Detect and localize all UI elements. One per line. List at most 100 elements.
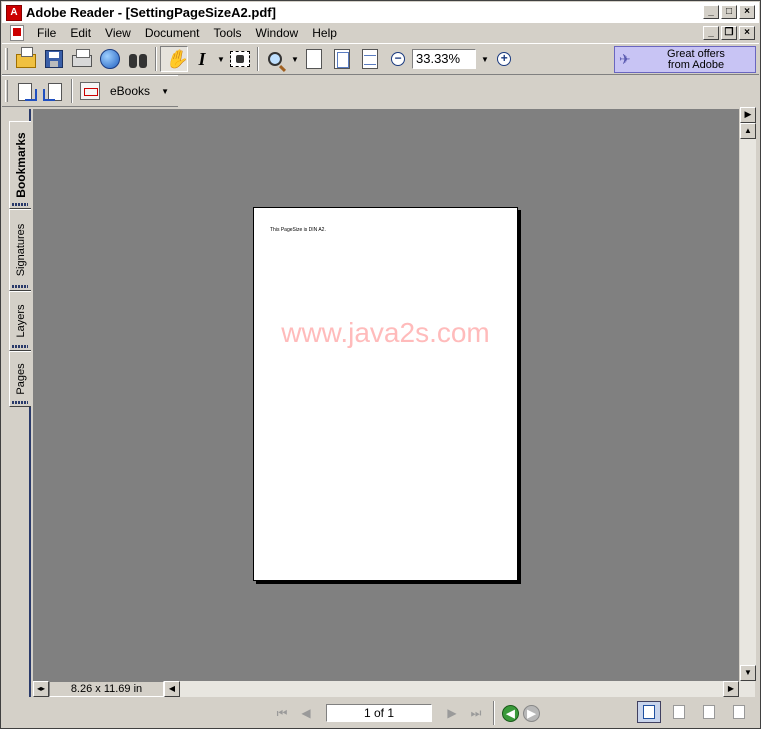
app-window: A Adobe Reader - [SettingPageSizeA2.pdf]… bbox=[0, 0, 761, 729]
continuous-icon bbox=[673, 705, 685, 719]
page-icon bbox=[306, 49, 322, 69]
tab-bookmarks-label: Bookmarks bbox=[13, 132, 28, 198]
single-page-icon bbox=[643, 705, 655, 719]
doc-minimize-button[interactable]: _ bbox=[703, 26, 719, 40]
single-page-button[interactable] bbox=[637, 701, 661, 723]
menu-bar: File Edit View Document Tools Window Hel… bbox=[2, 23, 759, 43]
nav-separator bbox=[493, 701, 495, 725]
zoom-out-button[interactable]: − bbox=[384, 46, 412, 72]
scroll-up-button[interactable]: ▲ bbox=[740, 123, 756, 139]
window-controls: _ □ × bbox=[703, 5, 755, 19]
doc-close-button[interactable]: × bbox=[739, 26, 755, 40]
tab-signatures-label: Signatures bbox=[14, 223, 27, 277]
document-window-controls: _ ❐ × bbox=[703, 26, 755, 40]
ebooks-dropdown[interactable]: ▼ bbox=[160, 87, 170, 96]
plus-circle-icon: + bbox=[497, 52, 511, 66]
menu-file[interactable]: File bbox=[30, 26, 63, 40]
tab-marker bbox=[12, 285, 28, 288]
tab-layers[interactable]: Layers bbox=[9, 291, 31, 351]
select-tool-dropdown[interactable]: ▼ bbox=[216, 55, 226, 64]
toolbar-grip[interactable] bbox=[5, 80, 8, 102]
menu-view[interactable]: View bbox=[98, 26, 138, 40]
snapshot-button[interactable] bbox=[226, 46, 254, 72]
zoom-dropdown[interactable]: ▼ bbox=[480, 55, 490, 64]
tab-bookmarks[interactable]: Bookmarks bbox=[9, 121, 31, 209]
previous-view-button[interactable]: ◀ bbox=[502, 704, 519, 722]
ebooks-icon bbox=[80, 82, 100, 100]
last-page-button[interactable]: ⏭ bbox=[466, 703, 486, 723]
document-viewport[interactable]: This PageSize is DIN A2. www.java2s.com bbox=[33, 109, 739, 681]
page-number-input[interactable]: 1 of 1 bbox=[326, 704, 432, 722]
rotate-counterclockwise-button[interactable] bbox=[40, 78, 68, 104]
tab-marker bbox=[12, 345, 28, 348]
open-folder-icon bbox=[16, 47, 36, 68]
doc-restore-button[interactable]: ❐ bbox=[721, 26, 737, 40]
offers-line2: from Adobe bbox=[667, 58, 725, 71]
menu-document[interactable]: Document bbox=[138, 26, 207, 40]
rotate-counterclockwise-icon bbox=[44, 81, 64, 101]
toolbar-separator bbox=[71, 79, 73, 103]
split-handle[interactable]: ◂▸ bbox=[33, 681, 49, 697]
zoom-in-button[interactable]: + bbox=[490, 46, 518, 72]
save-disk-icon bbox=[45, 50, 63, 68]
email-button[interactable] bbox=[96, 46, 124, 72]
great-offers-button[interactable]: ✈ Great offers from Adobe bbox=[614, 46, 756, 73]
zoom-tool-dropdown[interactable]: ▼ bbox=[290, 55, 300, 64]
hand-tool-button[interactable]: ✋ bbox=[160, 46, 188, 72]
ebooks-label[interactable]: eBooks bbox=[110, 84, 150, 98]
tab-pages[interactable]: Pages bbox=[9, 351, 31, 407]
save-button[interactable] bbox=[40, 46, 68, 72]
next-view-button[interactable]: ▶ bbox=[523, 704, 540, 722]
hand-icon: ✋ bbox=[165, 49, 188, 69]
zoom-in-tool-button[interactable] bbox=[262, 46, 290, 72]
menu-window[interactable]: Window bbox=[249, 26, 306, 40]
toolbar-separator bbox=[155, 47, 157, 71]
zoom-input[interactable]: 33.33% bbox=[412, 49, 476, 69]
horizontal-scrollbar[interactable]: ◂▸ 8.26 x 11.69 in ◀ ▶ bbox=[33, 681, 755, 697]
side-panel-toggle[interactable]: ▶ bbox=[740, 107, 756, 123]
scroll-left-button[interactable]: ◀ bbox=[164, 681, 180, 697]
printer-icon bbox=[72, 49, 92, 67]
menu-tools[interactable]: Tools bbox=[207, 26, 249, 40]
offers-line1: Great offers bbox=[667, 47, 725, 60]
first-page-button[interactable]: ⏮ bbox=[272, 703, 292, 723]
fit-width-icon bbox=[362, 49, 378, 69]
pdf-page[interactable]: This PageSize is DIN A2. bbox=[253, 207, 518, 581]
next-page-button[interactable]: ▶ bbox=[442, 703, 462, 723]
fit-page-icon bbox=[334, 49, 350, 69]
print-button[interactable] bbox=[68, 46, 96, 72]
tab-signatures[interactable]: Signatures bbox=[9, 209, 31, 291]
actual-size-button[interactable] bbox=[300, 46, 328, 72]
tab-marker bbox=[12, 203, 28, 206]
binoculars-icon bbox=[128, 50, 148, 68]
minimize-button[interactable]: _ bbox=[703, 5, 719, 19]
search-button[interactable] bbox=[124, 46, 152, 72]
navigation-tabs: Bookmarks Signatures Layers Pages bbox=[7, 109, 31, 697]
toolbar-grip[interactable] bbox=[5, 48, 8, 70]
email-globe-icon bbox=[100, 49, 120, 69]
continuous-facing-icon bbox=[703, 705, 715, 719]
tab-pages-label: Pages bbox=[14, 363, 27, 395]
select-text-button[interactable]: I bbox=[188, 46, 216, 72]
menu-help[interactable]: Help bbox=[305, 26, 344, 40]
ebooks-button[interactable] bbox=[76, 78, 104, 104]
vertical-scrollbar[interactable]: ▲ ▼ bbox=[740, 123, 756, 681]
page-navigation: ⏮ ◀ 1 of 1 ▶ ⏭ ◀ ▶ bbox=[272, 701, 540, 725]
page-text: This PageSize is DIN A2. bbox=[270, 227, 326, 233]
magnifier-icon bbox=[268, 52, 282, 66]
document-icon[interactable] bbox=[10, 25, 24, 41]
menu-edit[interactable]: Edit bbox=[63, 26, 98, 40]
close-button[interactable]: × bbox=[739, 5, 755, 19]
maximize-button[interactable]: □ bbox=[721, 5, 737, 19]
fit-width-button[interactable] bbox=[356, 46, 384, 72]
facing-button[interactable] bbox=[727, 701, 751, 723]
fit-page-button[interactable] bbox=[328, 46, 356, 72]
watermark: www.java2s.com bbox=[281, 317, 490, 348]
continuous-button[interactable] bbox=[667, 701, 691, 723]
rotate-clockwise-button[interactable] bbox=[12, 78, 40, 104]
scroll-down-button[interactable]: ▼ bbox=[740, 665, 756, 681]
previous-page-button[interactable]: ◀ bbox=[296, 703, 316, 723]
open-button[interactable] bbox=[12, 46, 40, 72]
scroll-right-button[interactable]: ▶ bbox=[723, 681, 739, 697]
continuous-facing-button[interactable] bbox=[697, 701, 721, 723]
